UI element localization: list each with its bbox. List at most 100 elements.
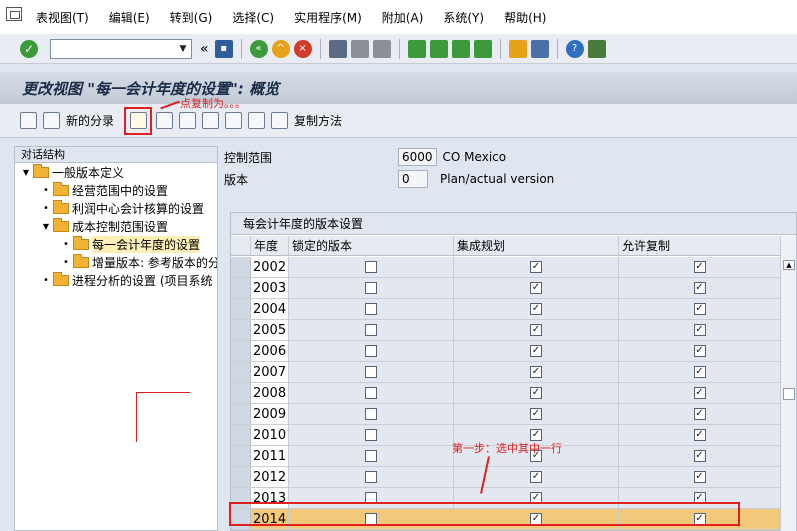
copy-as-icon[interactable] <box>129 112 147 129</box>
other-view-icon[interactable] <box>43 112 60 129</box>
locked-checkbox[interactable] <box>365 366 377 378</box>
next-page-icon[interactable] <box>451 39 470 58</box>
print-icon[interactable] <box>328 39 347 58</box>
copy-allowed-checkbox[interactable]: ✓ <box>693 303 706 315</box>
help-icon[interactable]: ? <box>565 39 584 58</box>
table-row[interactable]: 2002 ✓ ✓ <box>231 257 781 278</box>
row-selector[interactable] <box>231 341 251 361</box>
find-icon[interactable] <box>350 39 369 58</box>
first-page-icon[interactable] <box>407 39 426 58</box>
expand-arrow-icon[interactable]: ▼ <box>21 168 31 177</box>
locked-checkbox[interactable] <box>365 387 377 399</box>
new-entries-button[interactable]: 新的分录 <box>66 112 114 129</box>
integrated-planning-checkbox[interactable]: ✓ <box>530 408 542 420</box>
table-row[interactable]: 2008 ✓ ✓ <box>231 383 781 404</box>
save-icon[interactable]: ▪ <box>214 39 233 58</box>
menu-goto[interactable]: 转到(G) <box>170 9 213 26</box>
expand-arrow-icon[interactable]: ▼ <box>41 222 51 231</box>
table-row[interactable]: 2005 ✓ ✓ <box>231 320 781 341</box>
double-chevron-left-icon[interactable]: « <box>200 41 209 57</box>
row-selector[interactable] <box>231 257 251 277</box>
copy-allowed-checkbox[interactable]: ✓ <box>693 345 706 357</box>
locked-checkbox[interactable] <box>365 324 377 336</box>
table-row[interactable]: 2003 ✓ ✓ <box>231 278 781 299</box>
undo-icon[interactable] <box>179 112 197 129</box>
copy-allowed-checkbox[interactable]: ✓ <box>693 429 706 441</box>
column-header-copy[interactable]: 允许复制 <box>619 236 781 255</box>
integrated-planning-checkbox[interactable]: ✓ <box>530 366 542 378</box>
copy-method-button[interactable]: 复制方法 <box>294 112 342 129</box>
copy-allowed-checkbox[interactable]: ✓ <box>693 450 706 462</box>
table-row[interactable]: 2006 ✓ ✓ <box>231 341 781 362</box>
row-selector[interactable] <box>231 299 251 319</box>
row-selector[interactable] <box>231 446 251 466</box>
copy-method-icon[interactable] <box>271 112 289 129</box>
menu-table-view[interactable]: 表视图(T) <box>36 9 89 26</box>
copy-allowed-checkbox[interactable]: ✓ <box>693 366 706 378</box>
next-entry-icon[interactable] <box>225 112 243 129</box>
integrated-planning-checkbox[interactable]: ✓ <box>530 303 542 315</box>
vertical-scrollbar[interactable]: ▲ <box>780 236 796 531</box>
table-row[interactable]: 2004 ✓ ✓ <box>231 299 781 320</box>
row-selector-header[interactable] <box>231 236 251 255</box>
last-page-icon[interactable] <box>473 39 492 58</box>
menu-selection[interactable]: 选择(C) <box>232 9 274 26</box>
copy-allowed-checkbox[interactable]: ✓ <box>693 387 706 399</box>
menu-extras[interactable]: 附加(A) <box>382 9 424 26</box>
copy-allowed-checkbox[interactable]: ✓ <box>693 408 706 420</box>
new-session-icon[interactable] <box>508 39 527 58</box>
locked-checkbox[interactable] <box>365 282 377 294</box>
locked-checkbox[interactable] <box>365 261 377 273</box>
display-change-icon[interactable] <box>20 112 37 129</box>
row-selector[interactable] <box>231 404 251 424</box>
row-selector[interactable] <box>231 383 251 403</box>
delete-icon[interactable] <box>156 112 174 129</box>
tree-node-operating-concern[interactable]: • 经营范围中的设置 <box>15 181 217 199</box>
column-header-year[interactable]: 年度 <box>251 236 289 255</box>
copy-allowed-checkbox[interactable]: ✓ <box>693 471 706 483</box>
copy-allowed-checkbox[interactable]: ✓ <box>693 282 706 294</box>
row-selector[interactable] <box>231 278 251 298</box>
tree-node-delta-version[interactable]: • 增量版本: 参考版本的分 <box>15 253 217 271</box>
command-field[interactable]: ▼ <box>50 38 192 59</box>
menu-utilities[interactable]: 实用程序(M) <box>294 9 362 26</box>
select-all-icon[interactable] <box>248 112 266 129</box>
cancel-icon[interactable]: × <box>293 39 312 58</box>
table-row[interactable]: 2009 ✓ ✓ <box>231 404 781 425</box>
shortcut-icon[interactable] <box>530 39 549 58</box>
scroll-thumb[interactable] <box>783 388 795 400</box>
find-next-icon[interactable] <box>372 39 391 58</box>
menu-system[interactable]: 系统(Y) <box>443 9 484 26</box>
locked-checkbox[interactable] <box>365 429 377 441</box>
locked-checkbox[interactable] <box>365 303 377 315</box>
exit-icon[interactable]: ^ <box>271 39 290 58</box>
back-icon[interactable]: « <box>249 39 268 58</box>
tree-node-fiscal-year[interactable]: • 每一会计年度的设置 <box>15 235 217 253</box>
enter-icon[interactable]: ✓ <box>20 39 38 58</box>
integrated-planning-checkbox[interactable]: ✓ <box>530 324 542 336</box>
integrated-planning-checkbox[interactable]: ✓ <box>530 387 542 399</box>
table-row[interactable]: 2007 ✓ ✓ <box>231 362 781 383</box>
tree-node-general-version[interactable]: ▼ 一般版本定义 <box>15 163 217 181</box>
chevron-down-icon[interactable]: ▼ <box>175 40 191 58</box>
previous-page-icon[interactable] <box>429 39 448 58</box>
locked-checkbox[interactable] <box>365 450 377 462</box>
menu-help[interactable]: 帮助(H) <box>504 9 546 26</box>
layout-menu-icon[interactable] <box>587 39 606 58</box>
previous-entry-icon[interactable] <box>202 112 220 129</box>
window-menu-icon[interactable] <box>6 7 22 21</box>
copy-allowed-checkbox[interactable]: ✓ <box>693 261 706 273</box>
tree-node-profit-center[interactable]: • 利润中心会计核算的设置 <box>15 199 217 217</box>
integrated-planning-checkbox[interactable]: ✓ <box>530 471 542 483</box>
column-header-locked[interactable]: 锁定的版本 <box>289 236 454 255</box>
tree-node-controlling-area[interactable]: ▼ 成本控制范围设置 <box>15 217 217 235</box>
integrated-planning-checkbox[interactable]: ✓ <box>530 345 542 357</box>
tree-node-process-analysis[interactable]: • 进程分析的设置 (项目系统 <box>15 271 217 289</box>
locked-checkbox[interactable] <box>365 471 377 483</box>
locked-checkbox[interactable] <box>365 408 377 420</box>
copy-allowed-checkbox[interactable]: ✓ <box>693 324 706 336</box>
row-selector[interactable] <box>231 362 251 382</box>
table-row[interactable]: 2012 ✓ ✓ <box>231 467 781 488</box>
row-selector[interactable] <box>231 425 251 445</box>
locked-checkbox[interactable] <box>365 345 377 357</box>
